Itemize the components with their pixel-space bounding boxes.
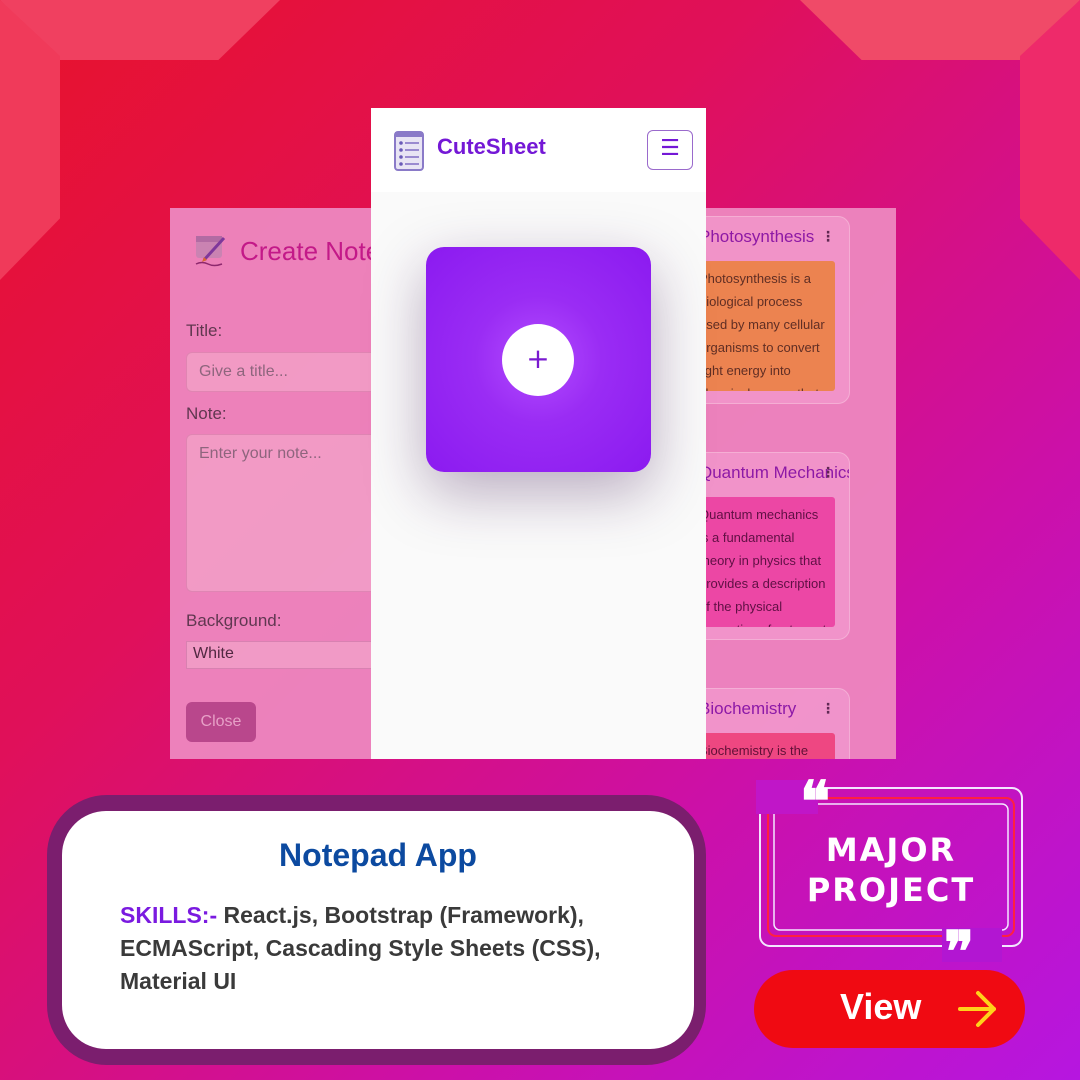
plus-icon[interactable]: + — [502, 324, 574, 396]
quote-open-icon: ❝ — [800, 769, 831, 835]
major-project-badge: ❝ ❞ MAJOR PROJECT — [756, 774, 1036, 980]
badge-line-1: MAJOR — [825, 831, 957, 869]
hamburger-icon: ☰ — [660, 136, 680, 161]
note-body: Biochemistry is the study of chemical pr… — [695, 733, 835, 759]
project-title: Notepad App — [279, 837, 477, 873]
note-title: Photosynthesis — [699, 227, 815, 246]
hamburger-menu-button[interactable]: ☰ — [647, 130, 693, 170]
notepad-icon — [394, 131, 424, 171]
background-label: Background: — [186, 611, 282, 630]
skills-text: SKILLS:- React.js, Bootstrap (Framework)… — [120, 899, 660, 998]
badge-label: MAJOR PROJECT — [756, 830, 1026, 910]
info-card: Notepad App SKILLS:- React.js, Bootstrap… — [62, 811, 694, 1049]
brand-name[interactable]: CuteSheet — [437, 134, 546, 160]
background-select[interactable]: White — [186, 641, 386, 669]
add-note-card[interactable]: + — [426, 247, 651, 472]
note-body: Quantum mechanics is a fundamental theor… — [695, 497, 835, 627]
skills-label: SKILLS:- — [120, 902, 218, 928]
badge-line-2: PROJECT — [806, 871, 976, 909]
note-title: Biochemistry — [699, 699, 797, 718]
more-options-icon[interactable]: ⋮ — [821, 229, 835, 245]
note-label: Note: — [186, 404, 227, 423]
title-label: Title: — [186, 321, 223, 340]
note-body: Photosynthesis is a biological process u… — [695, 261, 835, 391]
note-textarea[interactable]: Enter your note... — [186, 434, 386, 592]
view-button-label: View — [840, 986, 922, 1027]
more-options-icon[interactable]: ⋮ — [821, 701, 835, 717]
pencil-note-icon — [195, 236, 226, 267]
title-input[interactable]: Give a title... — [186, 352, 386, 392]
navbar: CuteSheet ☰ — [371, 108, 706, 192]
arrow-right-icon — [958, 991, 996, 1027]
view-button[interactable]: View — [754, 970, 1025, 1048]
close-button[interactable]: Close — [186, 702, 256, 742]
more-options-icon[interactable]: ⋮ — [821, 465, 835, 481]
phone-screenshot: CuteSheet ☰ + — [371, 108, 706, 759]
create-note-title: Create Note — [240, 236, 381, 266]
